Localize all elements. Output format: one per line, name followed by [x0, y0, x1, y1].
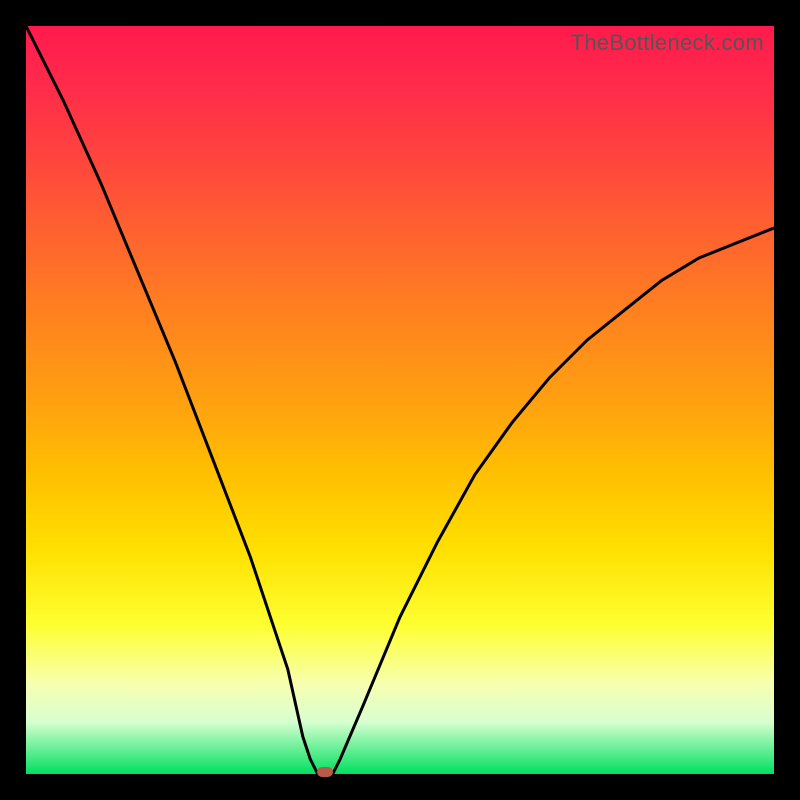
optimal-marker [317, 767, 333, 777]
bottleneck-curve [26, 26, 774, 774]
plot-area: TheBottleneck.com [26, 26, 774, 774]
chart-frame: TheBottleneck.com [0, 0, 800, 800]
